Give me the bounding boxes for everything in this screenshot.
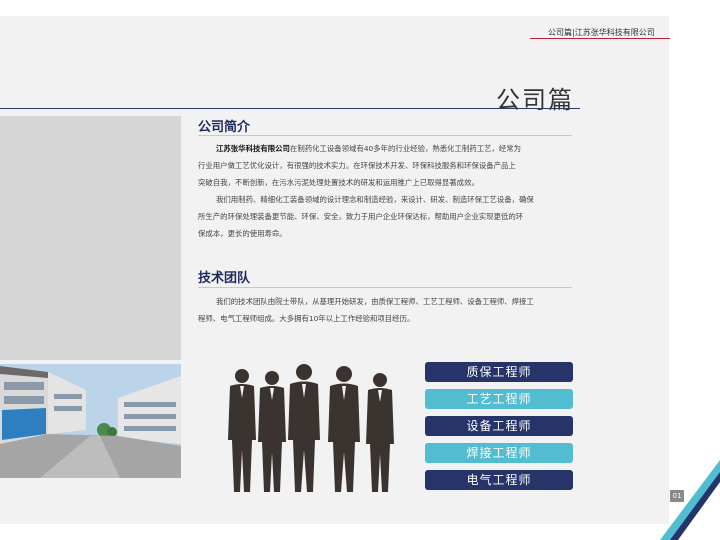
company-name: 江苏张华科技有限公司 xyxy=(216,144,290,153)
photo-placeholder xyxy=(0,116,181,360)
role-equipment-engineer: 设备工程师 xyxy=(425,416,573,436)
intro-p2-line-2: 所生产的环保处理装备更节能、环保、安全，致力于用户企业环保达标，帮助用户企业实现… xyxy=(198,212,524,222)
role-quality-engineer: 质保工程师 xyxy=(425,362,573,382)
intro-paragraph-1: 江苏张华科技有限公司在制药化工设备领域有40多年的行业经验，熟悉化工制药工艺，经… xyxy=(198,140,578,192)
corner-decoration xyxy=(660,460,720,540)
intro-rule xyxy=(198,135,572,136)
team-line-1: 我们的技术团队由院士带队，从基理开始研发，由质保工程师、工艺工程师、设备工程师、… xyxy=(216,297,534,306)
factory-photo xyxy=(0,364,181,478)
role-welding-engineer: 焊接工程师 xyxy=(425,443,573,463)
section-title: 公司篇 xyxy=(496,86,574,114)
intro-p1-line-3: 突破自我，不断创新，在污水污泥处理处置技术的研发和运用推广上已取得显著成效。 xyxy=(198,178,479,188)
team-line-2: 程师、电气工程师组成。大多拥有10年以上工作经验和项目经历。 xyxy=(198,314,415,324)
section-rule xyxy=(0,108,580,109)
intro-paragraph-2: 我们用制药、精细化工装备领域的设计理念和制造经验，来设计、研发、制造环保工艺设备… xyxy=(198,191,578,243)
role-process-engineer: 工艺工程师 xyxy=(425,389,573,409)
intro-p1-line-2: 行业用户做工艺优化设计，有很强的技术实力。在环保技术开发、环保科技服务和环保设备… xyxy=(198,161,516,171)
intro-p2-line-1: 我们用制药、精细化工装备领域的设计理念和制造经验，来设计、研发、制造环保工艺设备… xyxy=(216,195,534,204)
team-silhouette-icon xyxy=(228,364,394,492)
role-electrical-engineer: 电气工程师 xyxy=(425,470,573,490)
intro-heading: 公司简介 xyxy=(198,120,251,135)
intro-p1-line-1: 在制药化工设备领域有40多年的行业经验，熟悉化工制药工艺，经常为 xyxy=(289,144,522,153)
team-heading: 技术团队 xyxy=(198,271,251,286)
header-breadcrumb: 公司篇|江苏张华科技有限公司 xyxy=(548,28,655,37)
header-divider xyxy=(530,38,670,39)
intro-p2-line-3: 保成本，更长的使用寿命。 xyxy=(198,229,287,239)
team-rule xyxy=(198,287,572,288)
team-paragraph: 我们的技术团队由院士带队，从基理开始研发，由质保工程师、工艺工程师、设备工程师、… xyxy=(198,293,578,327)
